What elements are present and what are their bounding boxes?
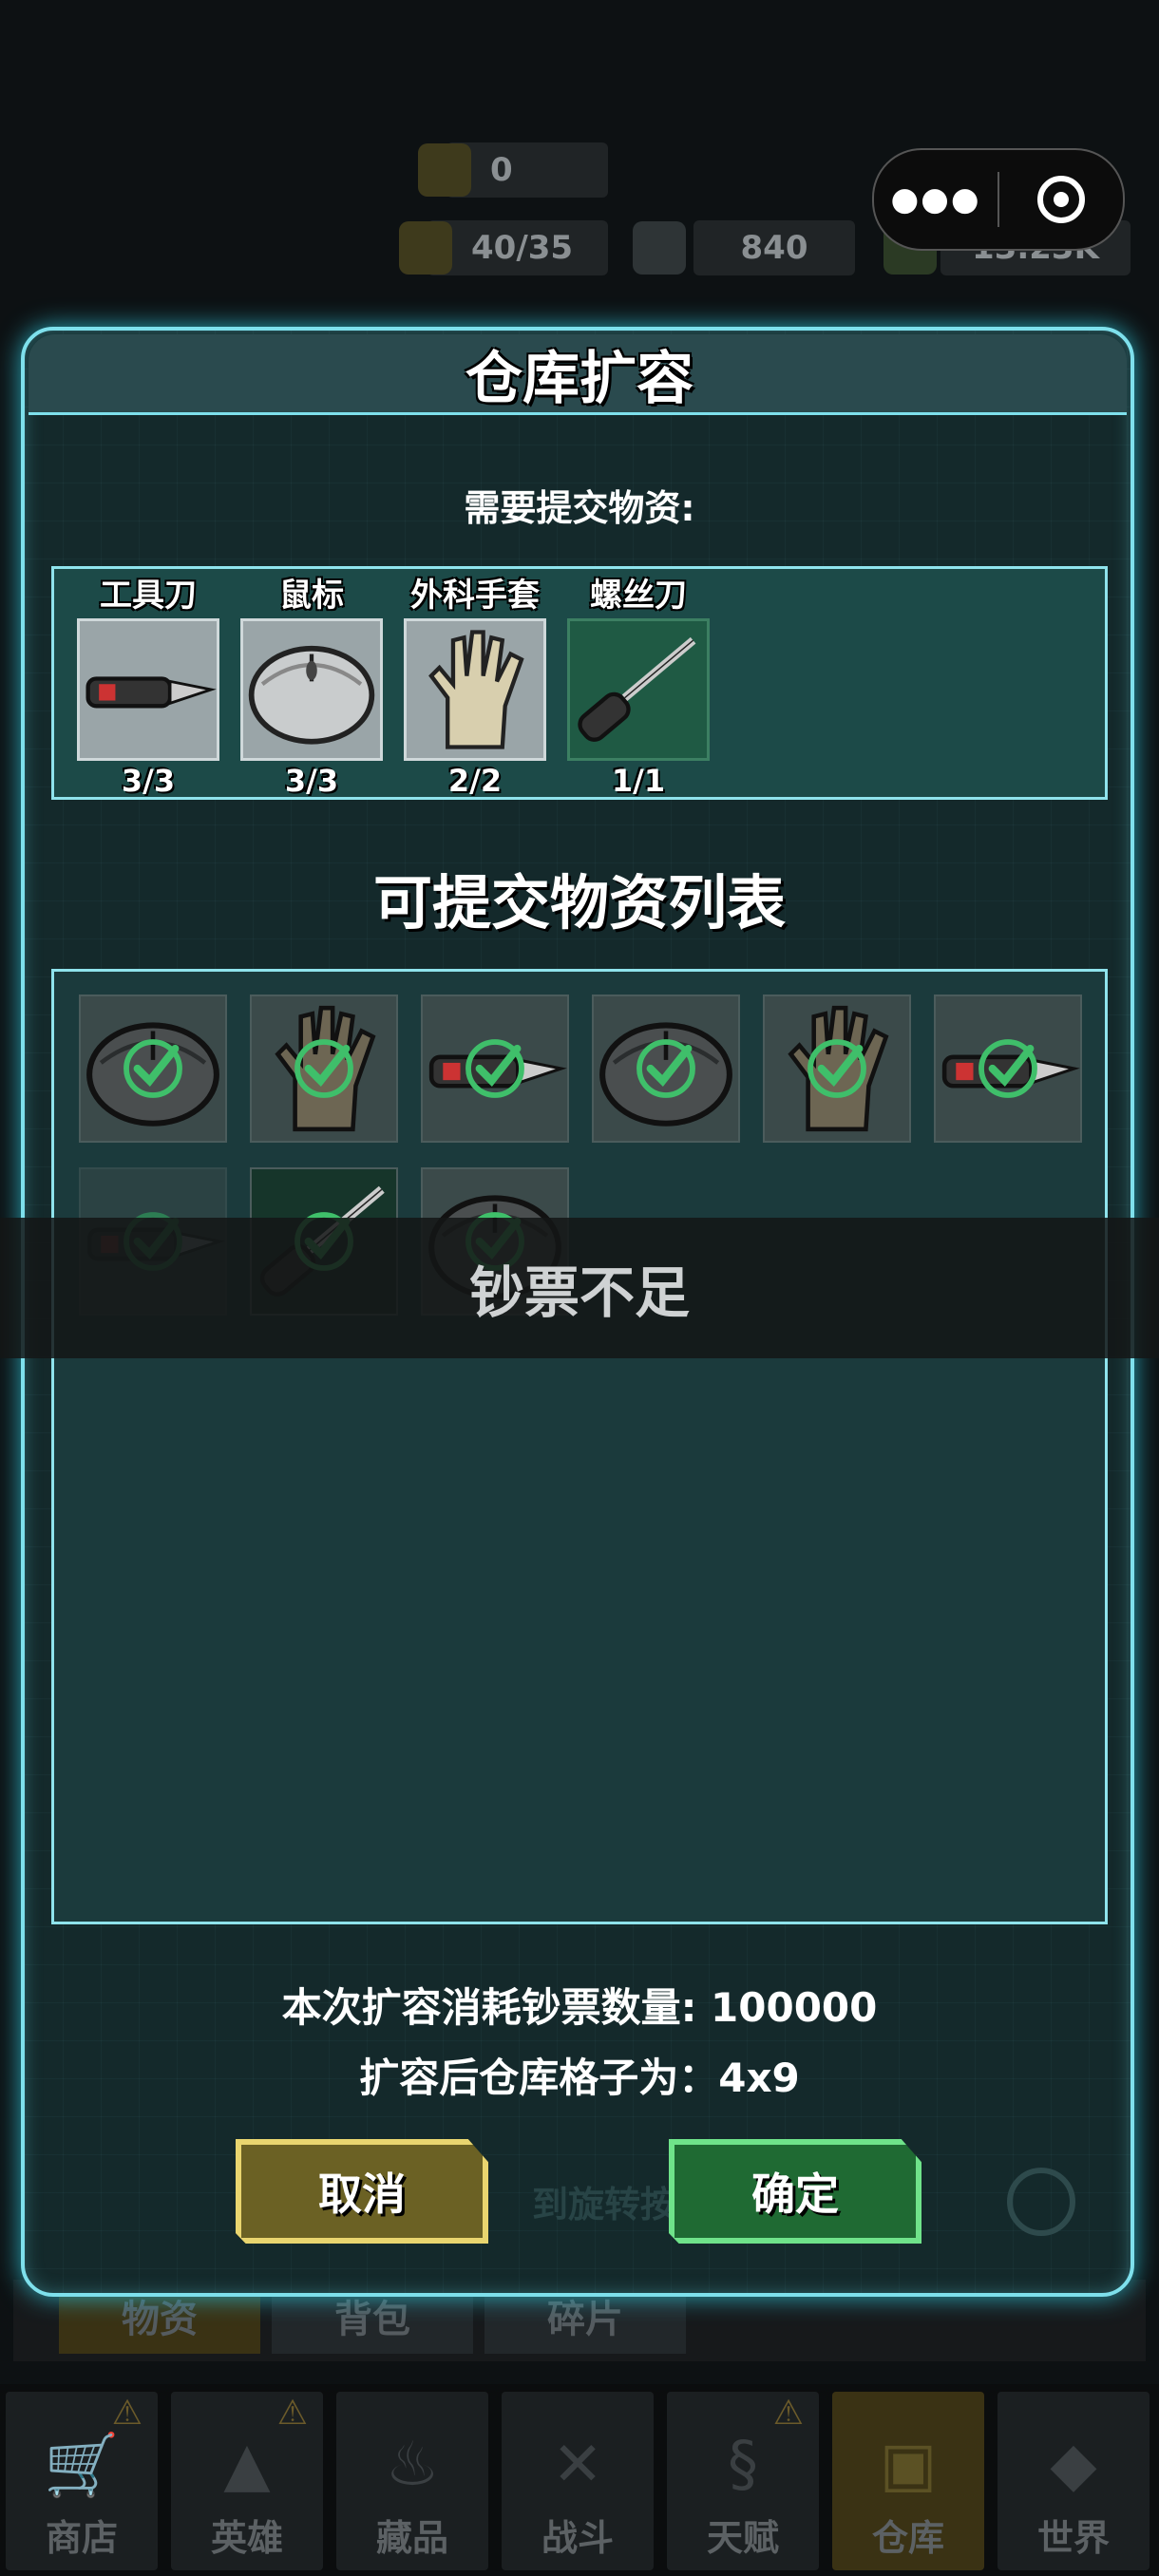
check-icon — [804, 1035, 870, 1102]
toast-text: 钞票不足 — [468, 1260, 690, 1325]
nav-shop[interactable]: 🛒 ⚠ 商店 — [6, 2392, 158, 2570]
stamina-counter: 40/35 — [399, 220, 608, 275]
refresh-icon — [1007, 2168, 1075, 2236]
rifle-icon: ✕ — [552, 2430, 603, 2500]
check-icon — [462, 1035, 528, 1102]
item-slot — [567, 618, 710, 761]
required-item-screwdriver: 螺丝刀 1/1 — [567, 569, 710, 803]
inventory-slot[interactable] — [934, 994, 1082, 1143]
nav-warehouse[interactable]: ▣ 仓库 — [832, 2392, 984, 2570]
nav-warehouse-label: 仓库 — [871, 2517, 944, 2559]
required-item-glove: 外科手套 2/2 — [404, 569, 546, 803]
nav-talent[interactable]: § ⚠ 天赋 — [667, 2392, 819, 2570]
nav-world[interactable]: ◆ 世界 — [998, 2392, 1150, 2570]
required-item-knife: 工具刀 3/3 — [77, 569, 219, 803]
cart-icon: 🛒 — [44, 2431, 120, 2501]
cancel-button[interactable]: 取消 — [236, 2139, 488, 2244]
required-item-count: 3/3 — [284, 763, 339, 799]
stamina-value: 40/35 — [471, 229, 574, 267]
close-miniprogram-button[interactable] — [999, 176, 1123, 223]
dialog-title: 仓库扩容 — [466, 346, 694, 412]
expand-result-text: 扩容后仓库格子为：4x9 — [359, 2055, 800, 2101]
box-icon: ▣ — [879, 2430, 938, 2500]
inventory-slot[interactable] — [79, 994, 227, 1143]
diamond-value: 840 — [740, 229, 808, 267]
more-menu-button[interactable]: ●●● — [874, 180, 998, 218]
required-materials-label: 需要提交物资: — [464, 487, 695, 529]
check-icon — [975, 1035, 1041, 1102]
required-item-count: 1/1 — [611, 763, 666, 799]
check-icon — [291, 1035, 357, 1102]
miniprogram-capsule: ●●● — [872, 148, 1125, 251]
glove-icon — [407, 621, 543, 758]
warning-icon: ⚠ — [276, 2394, 308, 2433]
wolf-icon: ◆ — [1050, 2430, 1097, 2500]
required-item-count: 3/3 — [121, 763, 176, 799]
available-materials-list — [51, 969, 1108, 1924]
warning-icon: ⚠ — [111, 2394, 142, 2433]
required-item-count: 2/2 — [447, 763, 503, 799]
nav-world-label: 世界 — [1036, 2517, 1110, 2559]
item-slot — [77, 618, 219, 761]
dna-icon: § — [728, 2430, 758, 2500]
bottom-nav: 🛒 ⚠ 商店 ▲ ⚠ 英雄 ♨ 藏品 ✕ 战斗 § ⚠ 天赋 ▣ 仓库 ◆ 世界 — [0, 2384, 1159, 2576]
nav-battle-label: 战斗 — [541, 2517, 614, 2559]
mouse-icon — [243, 621, 380, 758]
hero-icon: ▲ — [223, 2430, 271, 2500]
nav-battle[interactable]: ✕ 战斗 — [502, 2392, 654, 2570]
diamond-counter: 840 — [633, 220, 855, 275]
inventory-slot[interactable] — [763, 994, 911, 1143]
confirm-button[interactable]: 确定 — [669, 2139, 922, 2244]
utility-knife-icon — [80, 621, 217, 758]
insufficient-cash-toast: 钞票不足 — [0, 1218, 1159, 1358]
inventory-slot[interactable] — [250, 994, 398, 1143]
nav-collection[interactable]: ♨ 藏品 — [336, 2392, 488, 2570]
stamina-icon — [399, 221, 452, 275]
nav-heroes[interactable]: ▲ ⚠ 英雄 — [171, 2392, 323, 2570]
nav-heroes-label: 英雄 — [210, 2517, 283, 2559]
inventory-slot[interactable] — [592, 994, 740, 1143]
item-slot — [404, 618, 546, 761]
target-icon — [1037, 176, 1085, 223]
energy-icon — [418, 143, 471, 197]
nav-shop-label: 商店 — [45, 2517, 118, 2559]
diamond-icon — [633, 221, 686, 275]
required-item-name: 螺丝刀 — [590, 577, 687, 615]
check-icon — [120, 1035, 186, 1102]
warning-icon: ⚠ — [772, 2394, 804, 2433]
expand-cost-text: 本次扩容消耗钞票数量: 100000 — [281, 1984, 878, 2031]
required-item-mouse: 鼠标 3/3 — [240, 569, 383, 803]
check-icon — [633, 1035, 699, 1102]
flame-icon: ♨ — [385, 2430, 440, 2500]
nav-talent-label: 天赋 — [706, 2517, 779, 2559]
nav-collection-label: 藏品 — [375, 2517, 448, 2559]
energy-counter: 0 — [418, 142, 608, 198]
required-materials-panel: 工具刀 3/3 鼠标 3/3 外科手套 2/2 螺丝刀 1/1 — [51, 566, 1108, 800]
energy-value: 0 — [490, 151, 513, 189]
available-list-title: 可提交物资列表 — [372, 868, 786, 938]
inventory-slot[interactable] — [421, 994, 569, 1143]
screwdriver-icon — [570, 621, 707, 758]
item-slot — [240, 618, 383, 761]
